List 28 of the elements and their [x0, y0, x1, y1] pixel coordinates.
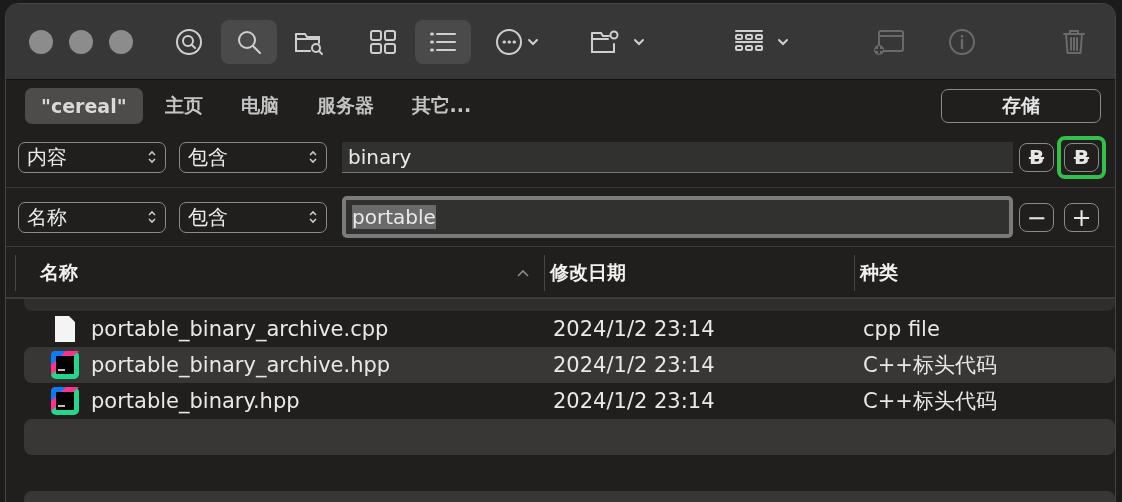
- save-button[interactable]: 存储: [941, 89, 1101, 123]
- kind-cell-text: C++标头代码: [863, 352, 997, 379]
- date-cell: 2024/1/2 23:14: [553, 317, 715, 341]
- date-cell: 2024/1/2 23:14: [553, 353, 715, 377]
- format-button[interactable]: B: [1064, 142, 1099, 172]
- date-cell: 2024/1/2 23:14: [553, 389, 715, 413]
- column-header[interactable]: 修改日期: [544, 255, 854, 291]
- scope-tab[interactable]: 其它...: [395, 88, 488, 124]
- file-name[interactable]: portable_binary.hpp: [91, 389, 300, 413]
- format-button[interactable]: B: [1019, 142, 1054, 172]
- search-field[interactable]: binary: [342, 141, 1013, 173]
- column-header[interactable]: 种类: [854, 255, 1115, 291]
- scope-tab[interactable]: 电脑: [224, 88, 295, 124]
- operator-popup[interactable]: 包含: [179, 201, 327, 233]
- scope-tab[interactable]: "cereal": [25, 88, 143, 124]
- attribute-popup[interactable]: 名称: [18, 201, 166, 233]
- scope-tab[interactable]: 服务器: [300, 88, 390, 124]
- kind-cell: cpp file: [863, 317, 940, 341]
- column-header[interactable]: 名称: [15, 255, 544, 291]
- file-name[interactable]: portable_binary_archive.cpp: [91, 317, 389, 341]
- scope-tab[interactable]: 主页: [148, 88, 219, 124]
- file-name[interactable]: portable_binary_archive.hpp: [91, 353, 391, 377]
- kind-cell-text: C++标头代码: [863, 388, 997, 415]
- add-button[interactable]: +: [1064, 202, 1099, 232]
- search-field[interactable]: portable: [342, 196, 1013, 238]
- attribute-popup[interactable]: 内容: [18, 141, 166, 173]
- operator-popup[interactable]: 包含: [179, 141, 327, 173]
- remove-button[interactable]: −: [1019, 202, 1054, 232]
